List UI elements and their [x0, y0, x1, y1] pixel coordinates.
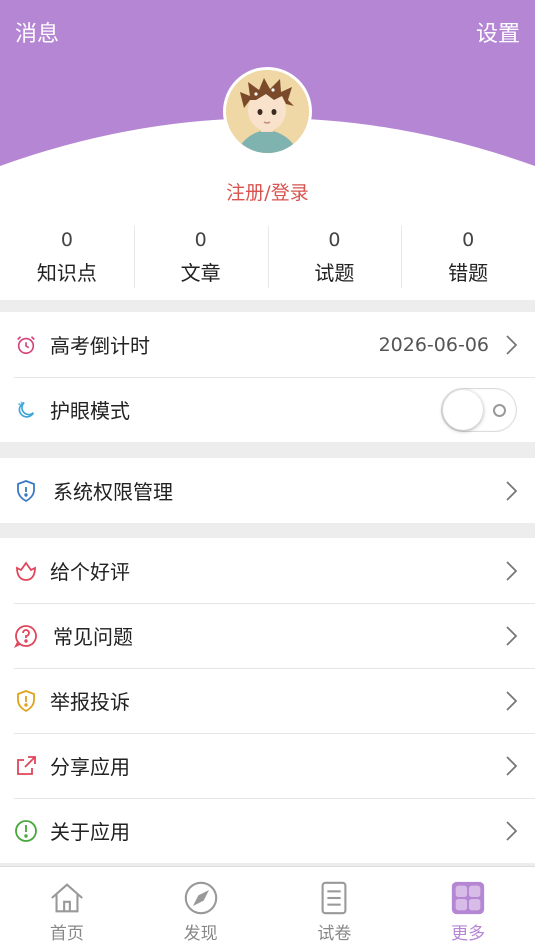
- settings-group-1: 高考倒计时 2026-06-06 护眼模式: [0, 312, 535, 442]
- tab-home[interactable]: 首页: [0, 867, 134, 951]
- tab-more[interactable]: 更多: [401, 867, 535, 951]
- alarm-clock-icon: [14, 333, 38, 357]
- login-register-link[interactable]: 注册/登录: [0, 178, 535, 205]
- settings-group-2: 系统权限管理: [0, 458, 535, 523]
- countdown-label: 高考倒计时: [50, 334, 150, 358]
- settings-link[interactable]: 设置: [476, 16, 520, 48]
- permissions-row[interactable]: 系统权限管理: [0, 458, 535, 523]
- moon-icon: [14, 398, 38, 422]
- tab-label: 试卷: [317, 924, 352, 944]
- eye-mode-label: 护眼模式: [50, 399, 130, 423]
- tab-papers[interactable]: 试卷: [268, 867, 402, 951]
- eye-mode-toggle[interactable]: [441, 387, 517, 432]
- tab-label: 首页: [49, 924, 84, 944]
- grid-icon: [451, 881, 485, 915]
- flower-icon: [14, 559, 38, 583]
- stats-bar: 0 知识点 0 文章 0 试题 0 错题: [0, 222, 535, 292]
- stat-value: 0: [60, 229, 73, 251]
- stat-questions[interactable]: 0 试题: [267, 222, 402, 292]
- toggle-knob: [443, 389, 483, 430]
- messages-link[interactable]: 消息: [15, 16, 59, 48]
- share-icon: [14, 754, 38, 778]
- chevron-right-icon: [506, 690, 518, 711]
- tab-label: 更多: [451, 924, 486, 944]
- stat-value: 0: [194, 229, 207, 251]
- countdown-date: 2026-06-06: [378, 333, 489, 356]
- countdown-row[interactable]: 高考倒计时 2026-06-06: [0, 312, 535, 377]
- stat-label: 文章: [180, 261, 221, 285]
- stat-value: 0: [328, 229, 341, 251]
- stat-label: 试题: [314, 261, 355, 285]
- warning-shield-icon: [14, 689, 38, 713]
- toggle-off-indicator: [493, 403, 506, 417]
- chevron-right-icon: [506, 755, 518, 776]
- question-icon: [14, 624, 38, 648]
- avatar[interactable]: [223, 67, 312, 156]
- menu-item-rate[interactable]: 给个好评: [0, 538, 535, 603]
- tab-discover[interactable]: 发现: [134, 867, 268, 951]
- compass-icon: [184, 881, 217, 915]
- menu-item-about[interactable]: 关于应用: [0, 798, 535, 863]
- menu-item-label: 常见问题: [53, 625, 133, 649]
- menu-item-label: 关于应用: [50, 820, 130, 844]
- paper-icon: [321, 881, 347, 915]
- menu-group: 给个好评 常见问题 举报投诉 分享应用 关于应用: [0, 538, 535, 863]
- chevron-right-icon: [506, 334, 518, 355]
- profile-header: 消息 设置 注册/登录 0 知识点 0 文章 0 试题 0 错题: [0, 0, 535, 300]
- bottom-tab-bar: 首页 发现 试卷 更多: [0, 866, 535, 951]
- chevron-right-icon: [506, 480, 518, 501]
- chevron-right-icon: [506, 625, 518, 646]
- permissions-label: 系统权限管理: [53, 480, 173, 504]
- tab-label: 发现: [183, 924, 218, 944]
- chevron-right-icon: [506, 820, 518, 841]
- stat-label: 知识点: [36, 261, 97, 285]
- stat-knowledge[interactable]: 0 知识点: [0, 222, 134, 292]
- eye-mode-row: 护眼模式: [0, 377, 535, 442]
- menu-item-label: 举报投诉: [50, 690, 130, 714]
- home-icon: [50, 883, 83, 913]
- menu-item-report[interactable]: 举报投诉: [0, 668, 535, 733]
- stat-value: 0: [462, 229, 475, 251]
- menu-item-label: 给个好评: [50, 560, 130, 584]
- menu-item-share[interactable]: 分享应用: [0, 733, 535, 798]
- shield-icon: [14, 479, 38, 503]
- stat-wrong-questions[interactable]: 0 错题: [401, 222, 535, 292]
- menu-item-label: 分享应用: [50, 755, 130, 779]
- menu-item-faq[interactable]: 常见问题: [0, 603, 535, 668]
- info-icon: [14, 819, 38, 843]
- chevron-right-icon: [506, 560, 518, 581]
- stat-articles[interactable]: 0 文章: [133, 222, 268, 292]
- stat-label: 错题: [448, 261, 489, 285]
